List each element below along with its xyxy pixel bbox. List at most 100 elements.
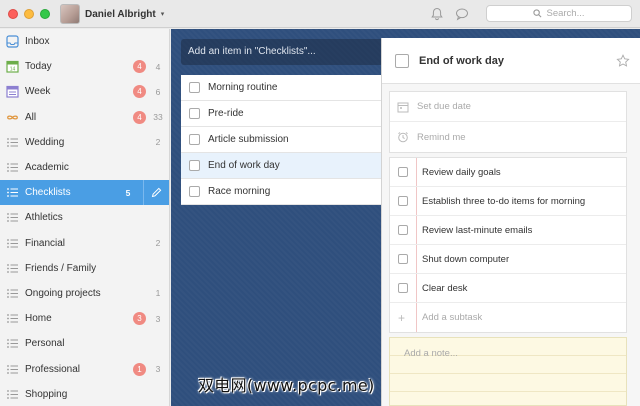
sidebar-item-label: Financial — [25, 237, 66, 249]
overdue-badge: 4 — [133, 110, 146, 124]
task-checkbox[interactable] — [189, 82, 200, 93]
edit-list-button[interactable] — [143, 180, 169, 206]
sidebar-item-label: Checklists — [25, 187, 71, 199]
task-label: Race morning — [208, 186, 271, 197]
sidebar-item-friends-family[interactable]: Friends / Family — [0, 256, 169, 281]
task-checkbox[interactable] — [189, 186, 200, 197]
add-subtask-row[interactable]: + Add a subtask — [390, 303, 626, 332]
item-count: 5 — [125, 187, 131, 198]
infinity-icon — [6, 111, 19, 124]
list-icon — [6, 363, 19, 376]
calendar-today-icon: 14 — [6, 60, 19, 73]
task-row[interactable]: Article submission — [181, 127, 389, 153]
detail-checkbox[interactable] — [395, 53, 409, 68]
user-menu[interactable]: Daniel Albright ▾ — [60, 3, 164, 25]
sidebar-item-label: Professional — [25, 363, 81, 375]
sidebar-item-today[interactable]: 14 Today 4 4 — [0, 54, 169, 79]
sidebar-item-label: Wedding — [25, 136, 65, 148]
task-checkbox[interactable] — [189, 160, 200, 171]
sidebar-item-home[interactable]: Home 3 3 — [0, 306, 169, 331]
sidebar-item-label: Personal — [25, 338, 65, 350]
overdue-badge: 1 — [133, 362, 146, 376]
sidebar-item-label: All — [25, 111, 37, 123]
task-label: Morning routine — [208, 82, 278, 93]
sidebar-item-inbox[interactable]: Inbox — [0, 29, 169, 54]
subtask-row[interactable]: Establish three to-do items for morning — [390, 187, 626, 216]
sidebar-item-wedding[interactable]: Wedding 2 — [0, 130, 169, 155]
close-window-button[interactable] — [8, 9, 18, 19]
note-area[interactable]: Add a note... — [389, 337, 627, 406]
add-item-input[interactable]: Add an item in "Checklists"... — [181, 39, 389, 65]
search-input[interactable]: Search... — [486, 5, 632, 22]
sidebar-item-checklists[interactable]: Checklists 5 — [0, 180, 169, 206]
star-icon[interactable] — [616, 53, 630, 68]
sidebar-item-label: Today — [25, 61, 52, 73]
subtask-label: Clear desk — [422, 282, 468, 294]
sidebar-item-shopping[interactable]: Shopping — [0, 382, 169, 406]
reminder-row[interactable]: Remind me — [390, 122, 626, 152]
detail-header: End of work day — [382, 38, 640, 84]
task-row[interactable]: End of work day — [181, 153, 389, 179]
subtask-row[interactable]: Review daily goals — [390, 158, 626, 187]
due-date-row[interactable]: Set due date — [390, 92, 626, 122]
list-icon — [6, 237, 19, 250]
minimize-window-button[interactable] — [24, 9, 34, 19]
sidebar-item-financial[interactable]: Financial 2 — [0, 231, 169, 256]
comment-icon[interactable] — [455, 7, 469, 21]
sidebar-item-label: Academic — [25, 162, 69, 174]
task-checkbox[interactable] — [189, 108, 200, 119]
task-row[interactable]: Race morning — [181, 179, 389, 205]
task-label: End of work day — [208, 160, 280, 171]
subtask-row[interactable]: Clear desk — [390, 274, 626, 303]
item-count: 4 — [155, 61, 161, 72]
task-row[interactable]: Morning routine — [181, 75, 389, 101]
title-bar: Daniel Albright ▾ Search... — [0, 0, 640, 28]
subtask-row[interactable]: Review last-minute emails — [390, 216, 626, 245]
zoom-window-button[interactable] — [40, 9, 50, 19]
sidebar-item-ongoing-projects[interactable]: Ongoing projects 1 — [0, 281, 169, 306]
list-icon — [6, 161, 19, 174]
detail-title[interactable]: End of work day — [419, 55, 616, 67]
sidebar-item-week[interactable]: Week 4 6 — [0, 79, 169, 104]
subtask-checkbox[interactable] — [398, 196, 408, 206]
item-count: 2 — [155, 238, 161, 249]
search-placeholder: Search... — [546, 8, 585, 19]
subtask-card: Review daily goals Establish three to-do … — [389, 157, 627, 333]
calendar-icon — [397, 102, 409, 112]
calendar-week-icon — [6, 85, 19, 99]
subtask-checkbox[interactable] — [398, 167, 408, 177]
sidebar-item-label: Home — [25, 313, 52, 325]
item-count: 3 — [155, 364, 161, 375]
inbox-icon — [6, 35, 19, 48]
task-checkbox[interactable] — [189, 134, 200, 145]
alarm-clock-icon — [398, 132, 408, 143]
item-count: 2 — [155, 137, 161, 148]
list-icon — [6, 287, 19, 300]
sidebar: Inbox 14 Today 4 4 Week 4 6 All 4 33 Wedding 2 Academ… — [0, 29, 170, 406]
pencil-icon — [151, 187, 162, 198]
sidebar-item-all[interactable]: All 4 33 — [0, 105, 169, 130]
overdue-badge: 4 — [133, 85, 146, 99]
subtask-checkbox[interactable] — [398, 225, 408, 235]
avatar — [60, 4, 80, 24]
meta-card: Set due date Remind me — [389, 91, 627, 153]
item-count: 6 — [155, 86, 161, 97]
task-label: Article submission — [208, 134, 289, 145]
subtask-checkbox[interactable] — [398, 283, 408, 293]
sidebar-item-academic[interactable]: Academic — [0, 155, 169, 180]
list-icon — [6, 186, 19, 199]
sidebar-item-professional[interactable]: Professional 1 3 — [0, 356, 169, 381]
subtask-checkbox[interactable] — [398, 254, 408, 264]
subtask-row[interactable]: Shut down computer — [390, 245, 626, 274]
add-subtask-label: Add a subtask — [422, 312, 483, 323]
sidebar-item-athletics[interactable]: Athletics — [0, 205, 169, 230]
reminder-label: Remind me — [417, 131, 466, 143]
item-count: 33 — [153, 112, 163, 123]
sidebar-item-personal[interactable]: Personal — [0, 331, 169, 356]
list-icon — [6, 136, 19, 149]
due-date-label: Set due date — [417, 101, 471, 112]
task-list: Morning routine Pre-ride Article submissio… — [181, 75, 389, 205]
overdue-badge: 3 — [133, 312, 146, 326]
task-row[interactable]: Pre-ride — [181, 101, 389, 127]
bell-icon[interactable] — [430, 7, 444, 21]
